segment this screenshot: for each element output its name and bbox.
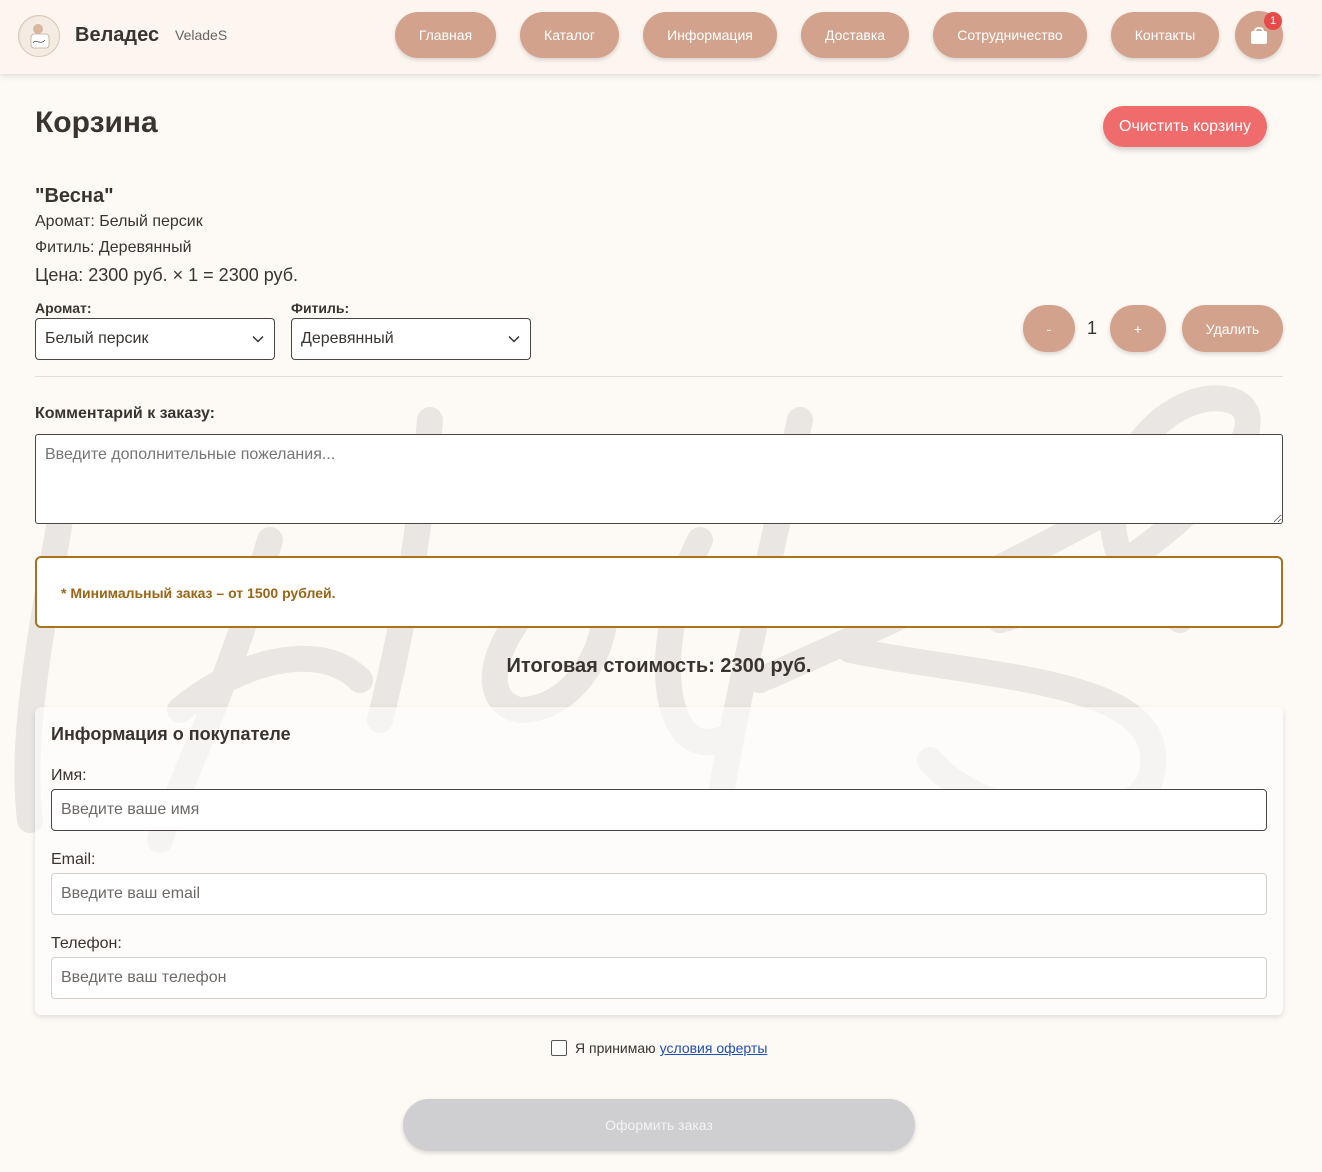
page-title: Корзина — [35, 106, 158, 139]
cart-item-name: "Весна" — [35, 185, 114, 207]
nav-home-button[interactable]: Главная — [395, 12, 496, 58]
order-total: Итоговая стоимость: 2300 руб. — [506, 655, 812, 677]
cart-item-aroma: Аромат: Белый персик — [35, 213, 203, 230]
name-field[interactable]: Введите ваше имя — [51, 789, 1267, 831]
nav-cooperation-button[interactable]: Сотрудничество — [933, 12, 1087, 58]
phone-field[interactable]: Введите ваш телефон — [51, 957, 1267, 999]
brand-logo[interactable] — [18, 15, 60, 57]
candle-logo-icon — [20, 17, 59, 56]
email-label: Email: — [51, 851, 96, 868]
chevron-down-icon — [252, 335, 264, 343]
min-order-text: * Минимальный заказ – от 1500 рублей. — [61, 585, 336, 601]
wick-select-label: Фитиль: — [291, 300, 350, 316]
delete-item-button[interactable]: Удалить — [1182, 305, 1283, 352]
cart-item-price: Цена: 2300 руб. × 1 = 2300 руб. — [35, 265, 299, 285]
quantity-value: 1 — [1086, 318, 1097, 338]
name-label: Имя: — [51, 767, 87, 784]
email-field[interactable]: Введите ваш email — [51, 873, 1267, 915]
clear-cart-button[interactable]: Очистить корзину — [1103, 106, 1267, 147]
increase-quantity-button[interactable]: + — [1110, 305, 1166, 352]
item-divider — [35, 376, 1283, 377]
nav-information-button[interactable]: Информация — [643, 12, 777, 58]
comment-textarea[interactable] — [35, 434, 1283, 524]
cart-item-wick: Фитиль: Деревянный — [35, 239, 192, 256]
brand-name[interactable]: Веладес — [75, 24, 159, 47]
offer-acceptance: Я принимаю условия оферты — [551, 1040, 767, 1056]
chevron-down-icon — [508, 335, 520, 343]
phone-label: Телефон: — [51, 935, 122, 952]
cart-page: Корзина Очистить корзину "Весна" Аромат:… — [0, 0, 1322, 1172]
aroma-select[interactable]: Белый персик — [35, 318, 275, 360]
nav-delivery-button[interactable]: Доставка — [801, 12, 909, 58]
buyer-info-card: Информация о покупателе Имя: Введите ваш… — [35, 707, 1283, 1015]
wick-select[interactable]: Деревянный — [291, 318, 531, 360]
offer-text: Я принимаю — [575, 1040, 656, 1056]
comment-label: Комментарий к заказу: — [35, 405, 215, 422]
nav-catalog-button[interactable]: Каталог — [520, 12, 619, 58]
buyer-info-title: Информация о покупателе — [51, 724, 291, 744]
site-header: Веладес VeladeS Главная Каталог Информац… — [0, 0, 1322, 74]
brand-subtitle: VeladeS — [175, 27, 228, 43]
submit-order-button[interactable]: Оформить заказ — [403, 1099, 915, 1151]
wick-select-value: Деревянный — [301, 330, 394, 347]
min-order-notice: * Минимальный заказ – от 1500 рублей. — [35, 556, 1283, 628]
aroma-select-label: Аромат: — [35, 300, 92, 316]
cart-count-badge: 1 — [1264, 12, 1282, 30]
decrease-quantity-button[interactable]: - — [1023, 305, 1075, 352]
offer-checkbox[interactable] — [551, 1040, 567, 1056]
nav-contacts-button[interactable]: Контакты — [1111, 12, 1219, 58]
offer-terms-link[interactable]: условия оферты — [660, 1040, 768, 1056]
aroma-select-value: Белый персик — [45, 330, 149, 347]
